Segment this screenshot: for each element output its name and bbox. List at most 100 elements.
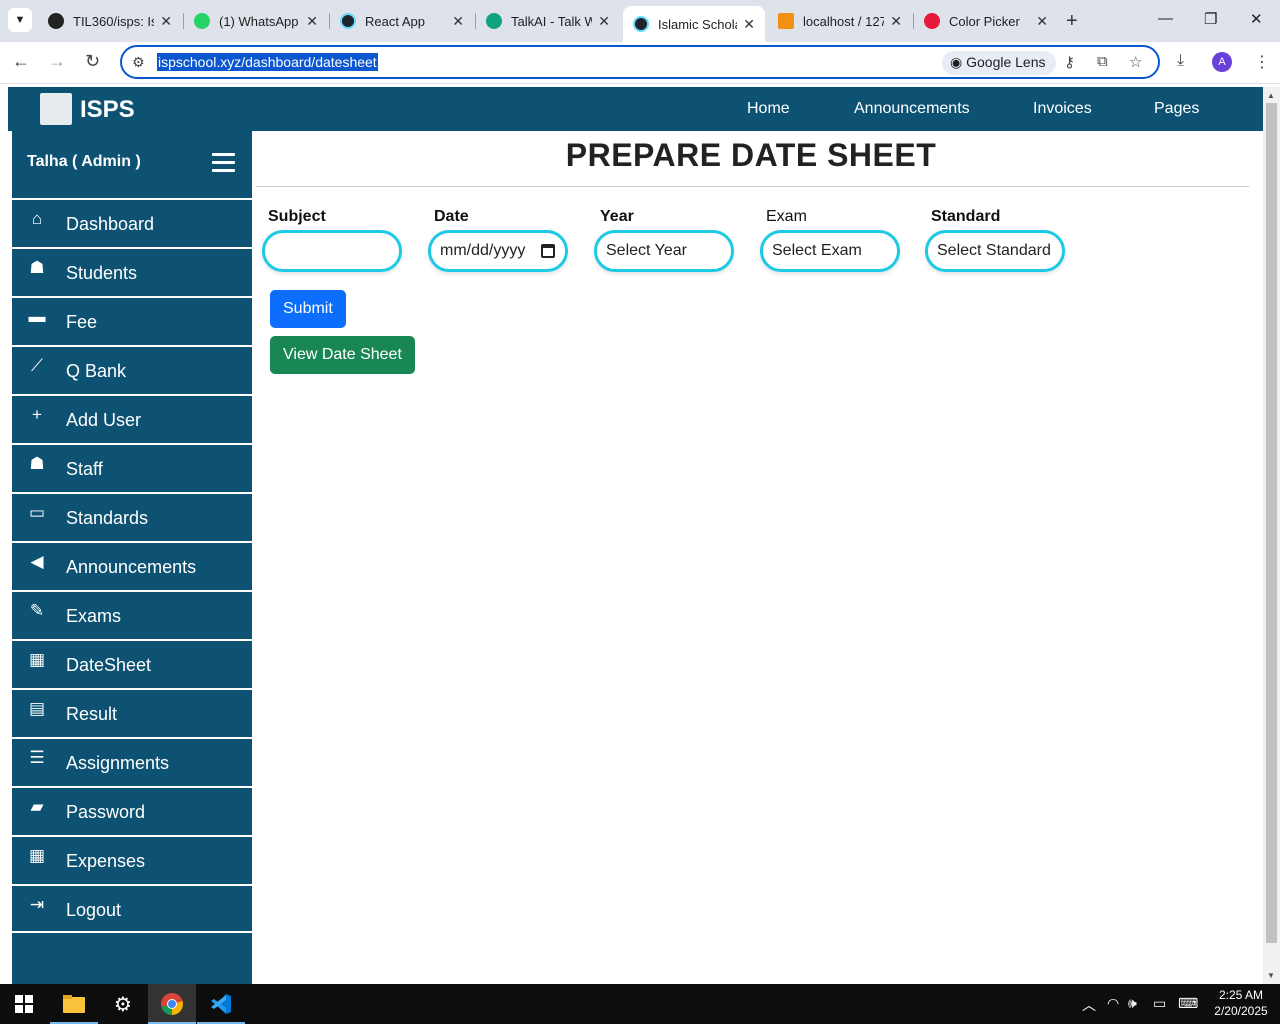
nav-link-announcements[interactable]: Announcements bbox=[854, 100, 970, 118]
sidebar-item-dashboard[interactable]: ⌂ Dashboard bbox=[12, 198, 252, 247]
restore-button[interactable]: ❐ bbox=[1204, 10, 1217, 28]
tab-search-button[interactable]: ▼ bbox=[8, 8, 32, 32]
minimize-button[interactable]: — bbox=[1158, 10, 1173, 27]
nav-link-invoices[interactable]: Invoices bbox=[1033, 100, 1092, 118]
user-label: Talha ( Admin ) bbox=[27, 153, 141, 170]
date-input[interactable]: mm/dd/yyyy bbox=[428, 230, 568, 272]
sidebar-item-standards[interactable]: ▭ Standards bbox=[12, 492, 252, 541]
chrome-icon bbox=[161, 993, 183, 1015]
sidebar-item-label: Staff bbox=[66, 459, 103, 479]
sidebar-item-result[interactable]: ▤ Result bbox=[12, 688, 252, 737]
scroll-up-arrow-icon[interactable]: ▲ bbox=[1267, 91, 1275, 100]
close-icon[interactable]: ✕ bbox=[890, 13, 902, 30]
reload-button[interactable]: ↻ bbox=[85, 51, 100, 72]
browser-tab[interactable]: TalkAI - Talk W ✕ bbox=[476, 6, 620, 36]
school-logo[interactable] bbox=[40, 93, 72, 125]
sidebar-item-logout[interactable]: ⇥ Logout bbox=[12, 884, 252, 933]
subject-input[interactable] bbox=[262, 230, 402, 272]
close-icon[interactable]: ✕ bbox=[743, 16, 755, 33]
subject-label: Subject bbox=[268, 208, 326, 225]
install-app-icon[interactable]: ⧉ bbox=[1097, 53, 1108, 70]
sidebar: Talha ( Admin ) ⌂ Dashboard ☗ Students ▬ Fee ⟋… bbox=[12, 131, 252, 984]
sidebar-item-announcements[interactable]: ◀ Announcements bbox=[12, 541, 252, 590]
close-icon[interactable]: ✕ bbox=[306, 13, 318, 30]
sidebar-item-label: Expenses bbox=[66, 851, 146, 871]
start-button[interactable] bbox=[0, 984, 48, 1024]
address-bar[interactable]: ⚙ ispschool.xyz/dashboard/datesheet ◉ Go… bbox=[120, 45, 1160, 79]
student-icon: ☗ bbox=[29, 258, 45, 277]
new-tab-button[interactable]: + bbox=[1066, 10, 1078, 33]
submit-button[interactable]: Submit bbox=[270, 290, 346, 328]
close-window-button[interactable]: ✕ bbox=[1250, 10, 1263, 28]
sidebar-item-fee[interactable]: ▬ Fee bbox=[12, 296, 252, 345]
browser-tab-active[interactable]: Islamic Schola ✕ bbox=[623, 6, 765, 42]
browser-toolbar: ← → ↻ ⚙ ispschool.xyz/dashboard/dateshee… bbox=[0, 42, 1280, 84]
bookmark-star-icon[interactable]: ☆ bbox=[1129, 53, 1142, 71]
sidebar-item-students[interactable]: ☗ Students bbox=[12, 247, 252, 296]
system-clock[interactable]: 2:25 AM 2/20/2025 bbox=[1208, 987, 1274, 1019]
sidebar-item-exams[interactable]: ✎ Exams bbox=[12, 590, 252, 639]
view-date-sheet-button[interactable]: View Date Sheet bbox=[270, 336, 415, 374]
sidebar-item-password[interactable]: ▰ Password bbox=[12, 786, 252, 835]
sidebar-item-add-user[interactable]: + Add User bbox=[12, 394, 252, 443]
subject-field: Subject bbox=[262, 208, 402, 272]
browser-tab-strip: ▼ TIL360/isps: Is ✕ (1) WhatsApp ✕ React… bbox=[0, 0, 1280, 42]
page-scrollbar[interactable]: ▲ ▼ bbox=[1263, 87, 1280, 984]
keyboard-icon[interactable]: ⌨ bbox=[1178, 995, 1198, 1012]
sidebar-item-label: Dashboard bbox=[66, 214, 155, 234]
chart-line-icon: ⟋ bbox=[31, 356, 43, 375]
browser-tab[interactable]: React App ✕ bbox=[330, 6, 474, 36]
vscode-button[interactable] bbox=[197, 984, 245, 1024]
settings-button[interactable]: ⚙ bbox=[99, 984, 147, 1024]
standard-select[interactable]: Select Standard bbox=[925, 230, 1065, 272]
google-lens-button[interactable]: ◉ Google Lens bbox=[942, 51, 1056, 75]
notification-icon[interactable]: ▭ bbox=[1153, 995, 1166, 1012]
scroll-thumb[interactable] bbox=[1266, 103, 1277, 943]
browser-tab[interactable]: TIL360/isps: Is ✕ bbox=[38, 6, 182, 36]
close-icon[interactable]: ✕ bbox=[452, 13, 464, 30]
year-select[interactable]: Select Year bbox=[594, 230, 734, 272]
sidebar-item-label: Standards bbox=[66, 508, 149, 528]
back-button[interactable]: ← bbox=[12, 51, 30, 72]
url-text[interactable]: ispschool.xyz/dashboard/datesheet bbox=[157, 53, 378, 71]
sidebar-item-expenses[interactable]: ▦ Expenses bbox=[12, 835, 252, 884]
browser-tab[interactable]: (1) WhatsApp ✕ bbox=[184, 6, 328, 36]
scroll-down-arrow-icon[interactable]: ▼ bbox=[1267, 971, 1275, 980]
wallet-icon: ▬ bbox=[28, 307, 46, 326]
divider bbox=[256, 186, 1249, 187]
folder-icon bbox=[63, 995, 85, 1013]
close-icon[interactable]: ✕ bbox=[598, 13, 610, 30]
brand-title[interactable]: ISPS bbox=[80, 96, 135, 124]
volume-icon[interactable]: 🕪 bbox=[1128, 995, 1137, 1012]
browser-tab[interactable]: Color Picker ✕ bbox=[914, 6, 1058, 36]
sidebar-item-assignments[interactable]: ☰ Assignments bbox=[12, 737, 252, 786]
close-icon[interactable]: ✕ bbox=[1036, 13, 1048, 30]
exam-select[interactable]: Select Exam bbox=[760, 230, 900, 272]
standard-label: Standard bbox=[931, 208, 1001, 225]
profile-avatar[interactable]: A bbox=[1212, 52, 1232, 72]
nav-link-pages[interactable]: Pages bbox=[1154, 100, 1199, 118]
menu-kebab-icon[interactable]: ⋮ bbox=[1254, 52, 1270, 72]
password-key-icon[interactable]: ⚷ bbox=[1064, 53, 1075, 71]
close-icon[interactable]: ✕ bbox=[160, 13, 172, 30]
calendar-icon[interactable] bbox=[541, 244, 555, 258]
site-settings-icon[interactable]: ⚙ bbox=[132, 54, 145, 71]
browser-tab[interactable]: localhost / 127 ✕ bbox=[768, 6, 912, 36]
chrome-button[interactable] bbox=[148, 984, 196, 1024]
sidebar-item-staff[interactable]: ☗ Staff bbox=[12, 443, 252, 492]
windows-logo-icon bbox=[15, 995, 33, 1013]
edit-icon: ✎ bbox=[29, 601, 45, 620]
download-icon[interactable]: ⤓ bbox=[1177, 52, 1184, 70]
wifi-icon[interactable]: ◠ bbox=[1107, 995, 1119, 1012]
talkai-icon bbox=[486, 13, 502, 29]
gear-icon: ⚙ bbox=[114, 993, 132, 1016]
color-picker-icon bbox=[924, 13, 940, 29]
sidebar-item-datesheet[interactable]: ▦ DateSheet bbox=[12, 639, 252, 688]
nav-link-home[interactable]: Home bbox=[747, 100, 790, 118]
file-explorer-button[interactable] bbox=[50, 984, 98, 1024]
sidebar-item-q-bank[interactable]: ⟋ Q Bank bbox=[12, 345, 252, 394]
forward-button[interactable]: → bbox=[48, 51, 66, 72]
date-placeholder: mm/dd/yyyy bbox=[440, 242, 526, 259]
chevron-up-icon[interactable]: ︿ bbox=[1082, 995, 1096, 1015]
hamburger-menu-icon[interactable] bbox=[212, 153, 236, 175]
